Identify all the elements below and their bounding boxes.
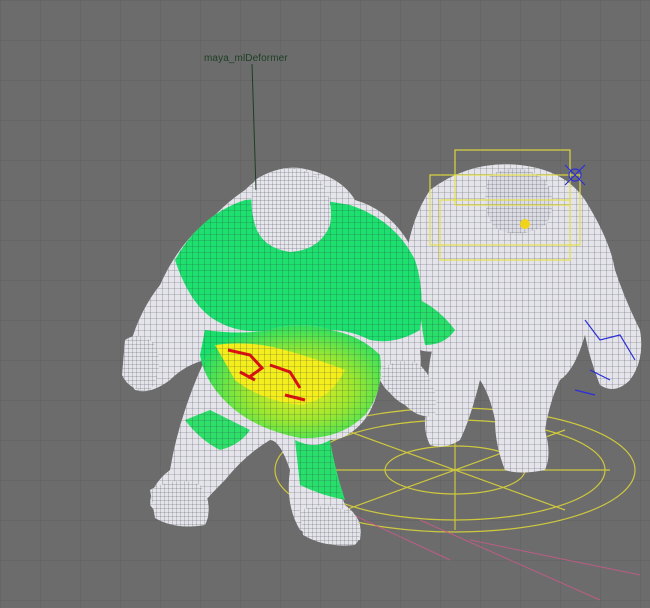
viewport-scene: [0, 0, 650, 608]
control-dot[interactable]: [520, 219, 530, 229]
maya-viewport[interactable]: maya_mlDeformer: [0, 0, 650, 608]
deformer-node-label[interactable]: maya_mlDeformer: [204, 53, 288, 64]
